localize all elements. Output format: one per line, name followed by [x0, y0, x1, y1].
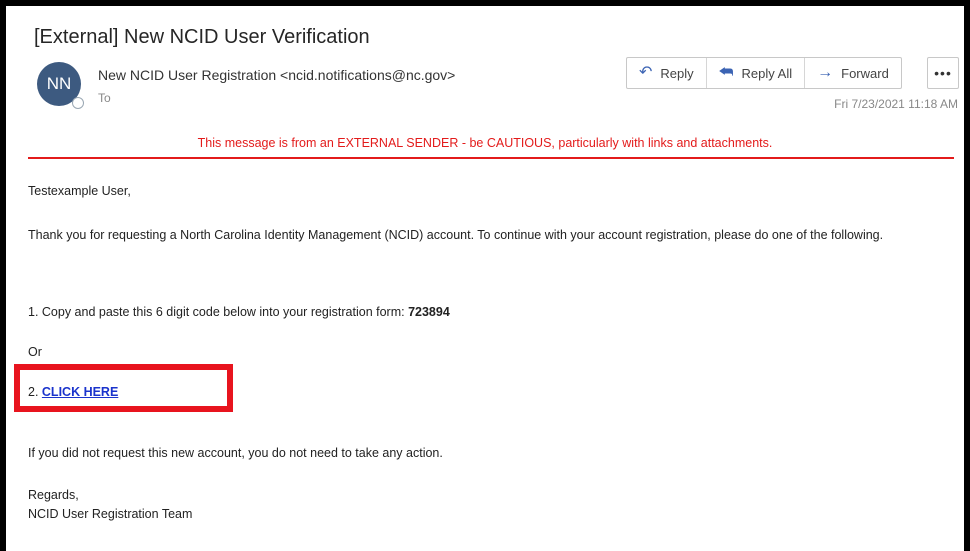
step-one-text: 1. Copy and paste this 6 digit code belo… [28, 305, 409, 319]
step-one: 1. Copy and paste this 6 digit code belo… [28, 303, 450, 322]
link-highlight-box [14, 364, 233, 412]
presence-status-icon [72, 97, 84, 109]
no-action-text: If you did not request this new account,… [28, 446, 443, 460]
reply-label: Reply [660, 65, 694, 81]
more-actions-icon: ••• [934, 65, 952, 81]
forward-button[interactable]: → Forward [805, 58, 901, 88]
reply-button[interactable]: ↶ Reply [627, 58, 707, 88]
reply-all-icon: ⮪ [718, 64, 734, 81]
signature: Regards, NCID User Registration Team [28, 486, 192, 524]
reply-icon: ↶ [639, 64, 653, 81]
forward-label: Forward [841, 65, 889, 81]
reply-all-button[interactable]: ⮪ Reply All [707, 58, 806, 88]
warning-divider [28, 157, 954, 159]
verification-code: 723894 [408, 305, 450, 319]
reply-all-label: Reply All [741, 65, 793, 81]
greeting: Testexample User, [28, 184, 131, 198]
intro-paragraph: Thank you for requesting a North Carolin… [28, 228, 884, 242]
message-actions-toolbar: ↶ Reply ⮪ Reply All → Forward [626, 57, 902, 89]
regards-text: Regards, [28, 488, 79, 502]
to-label: To [98, 91, 111, 105]
external-sender-warning: This message is from an EXTERNAL SENDER … [197, 136, 773, 150]
forward-icon: → [817, 64, 834, 81]
avatar-initials: NN [46, 74, 72, 93]
email-reading-pane: [External] New NCID User Verification NN… [6, 6, 964, 551]
or-text: Or [28, 345, 42, 359]
team-name: NCID User Registration Team [28, 507, 193, 521]
sender-address[interactable]: New NCID User Registration <ncid.notific… [98, 67, 455, 83]
received-timestamp: Fri 7/23/2021 11:18 AM [834, 97, 958, 111]
email-subject: [External] New NCID User Verification [34, 26, 370, 48]
more-actions-button[interactable]: ••• [927, 57, 959, 89]
